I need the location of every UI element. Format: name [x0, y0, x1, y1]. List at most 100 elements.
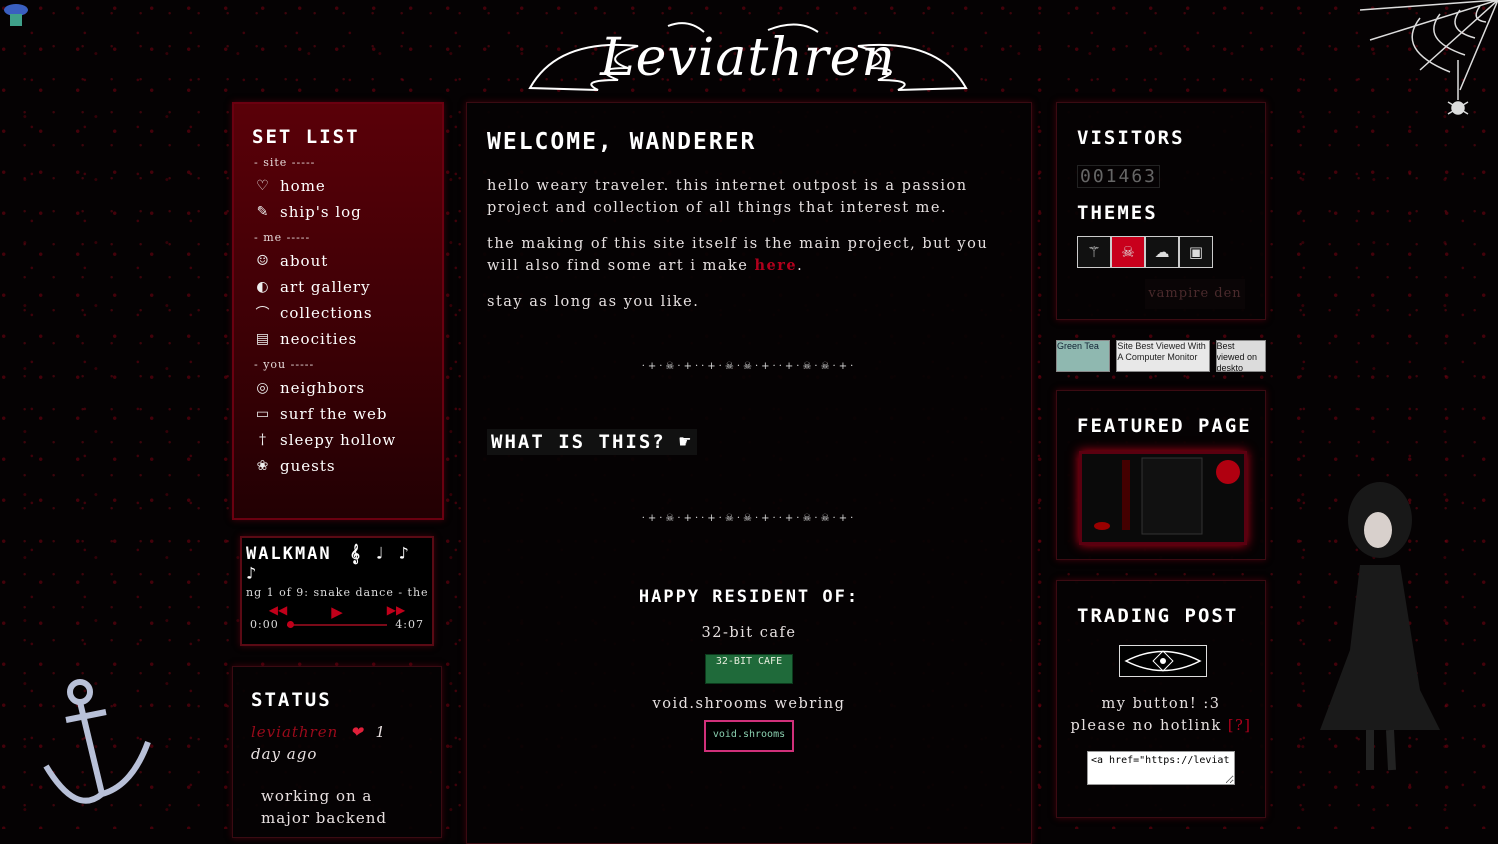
- nav-item-label: home: [280, 177, 326, 195]
- theme-option-vampire-icon[interactable]: ☠: [1111, 236, 1145, 268]
- residency-void-shrooms: void.shrooms webring: [652, 696, 846, 712]
- art-here-link[interactable]: here: [754, 257, 797, 274]
- nav-item-label: art gallery: [280, 278, 371, 296]
- logo-text: Leviathren: [600, 28, 896, 88]
- nav-item-neocities[interactable]: ▤ neocities: [252, 326, 442, 352]
- hotlink-help-link[interactable]: [?]: [1228, 718, 1252, 734]
- nav-item-neighbors[interactable]: ◎ neighbors: [252, 375, 442, 401]
- void-shrooms-badge-text: void.shrooms: [712, 729, 786, 740]
- current-time: 0:00: [250, 618, 279, 631]
- person-icon: ☺: [256, 253, 270, 269]
- nav-item-home[interactable]: ♡ home: [252, 173, 442, 199]
- track-title: ng 1 of 9: snake dance - the: [246, 586, 429, 599]
- eye-icon: [1124, 650, 1202, 672]
- intro-paragraph-2-end: .: [797, 258, 804, 274]
- what-is-this-text: WHAT IS THIS?: [491, 431, 666, 453]
- set-list-section-header: - you -----: [254, 358, 315, 371]
- pointing-hand-icon: ☛: [679, 431, 693, 453]
- nav-item-label: about: [280, 252, 329, 270]
- nav-item-collections[interactable]: ⌒ collections: [252, 300, 442, 326]
- spider-web-icon: [1359, 0, 1498, 124]
- spiral-icon: ◎: [256, 380, 270, 396]
- what-is-this-heading[interactable]: WHAT IS THIS? ☛: [487, 429, 697, 455]
- nav-item-label: surf the web: [280, 405, 388, 423]
- banner-buttons: Green Tea Site Best Viewed With A Compute…: [1056, 340, 1266, 372]
- nav-item-label: neocities: [280, 330, 358, 348]
- nav-item-guests[interactable]: ❀ guests: [252, 453, 442, 479]
- gothic-girl-figure: [1300, 470, 1440, 790]
- theme-option-wand-icon[interactable]: ⚚: [1077, 236, 1111, 268]
- heart-icon: ♡: [256, 178, 270, 194]
- book-icon: ✎: [256, 204, 270, 220]
- heart-icon: ❤: [350, 723, 364, 741]
- void-shrooms-badge[interactable]: void.shrooms: [704, 720, 794, 752]
- laptop-icon: ▭: [255, 406, 271, 422]
- status-user-link[interactable]: leviathren: [251, 723, 338, 741]
- banner-button[interactable]: Best viewed on deskto: [1215, 340, 1266, 372]
- nav-item-label: neighbors: [280, 379, 366, 397]
- total-time: 4:07: [395, 618, 424, 631]
- residency-32bit-cafe: 32-bit cafe: [701, 625, 797, 641]
- status-line: leviathren ❤ 1 day ago: [251, 721, 421, 765]
- site-button-88x31[interactable]: [1119, 645, 1207, 677]
- walkman-title-text: WALKMAN: [246, 544, 332, 564]
- nav-item-label: guests: [280, 457, 336, 475]
- status-message: working on a major backend: [261, 787, 387, 827]
- walkman-player: WALKMAN 𝄞 ♩ ♪ ♪ ng 1 of 9: snake dance -…: [240, 536, 434, 646]
- trading-text: my button! :3 please no hotlink [?]: [1057, 693, 1265, 737]
- main-content: WELCOME, WANDERER hello weary traveler. …: [466, 102, 1032, 844]
- trading-title: TRADING POST: [1077, 605, 1239, 627]
- theme-switcher: ⚚ ☠ ☁ ▣: [1077, 236, 1265, 268]
- status-title: STATUS: [251, 689, 332, 711]
- banner-button[interactable]: Site Best Viewed With A Computer Monitor: [1116, 340, 1210, 372]
- status-panel: STATUS leviathren ❤ 1 day ago working on…: [232, 666, 442, 838]
- set-list-panel: SET LIST - site ----- ♡ home ✎ ship's log - m…: [232, 102, 444, 520]
- mushroom-gif: [2, 2, 30, 30]
- palette-icon: ◐: [256, 279, 270, 295]
- theme-option-computer-icon[interactable]: ▣: [1179, 236, 1213, 268]
- theme-tooltip: vampire den: [1145, 279, 1245, 309]
- 32bit-cafe-badge[interactable]: 32-BIT CAFE: [705, 654, 793, 684]
- computer-icon: ▤: [255, 331, 271, 347]
- nav-item-label: collections: [280, 304, 373, 322]
- nav-item-sleepy-hollow[interactable]: † sleepy hollow: [252, 427, 442, 453]
- seek-bar[interactable]: [286, 620, 388, 628]
- featured-page-panel: FEATURED PAGE: [1056, 390, 1266, 560]
- cross-icon: †: [259, 432, 267, 448]
- welcome-title: WELCOME, WANDERER: [487, 129, 757, 155]
- skull-divider: ·+·☠·+··+·☠·☠·+··+·☠·☠·+·: [641, 361, 857, 372]
- intro-paragraph-3: stay as long as you like.: [487, 294, 700, 310]
- intro-paragraph-1: hello weary traveler. this internet outp…: [487, 178, 968, 216]
- visitor-counter: 001463: [1077, 165, 1161, 188]
- site-logo[interactable]: Leviathren: [528, 18, 968, 96]
- shelf-icon: ⌒: [255, 306, 271, 322]
- anchor-icon: [36, 676, 156, 816]
- nav-item-about[interactable]: ☺ about: [252, 248, 442, 274]
- flower-icon: ❀: [256, 458, 270, 474]
- 32bit-cafe-badge-text: 32-BIT CAFE: [715, 656, 783, 667]
- resident-title: HAPPY RESIDENT OF:: [638, 587, 860, 607]
- intro-paragraph-2: the making of this site itself is the ma…: [487, 233, 1011, 277]
- vampire-icon: ☠: [1121, 243, 1135, 261]
- nav-item-label: sleepy hollow: [280, 431, 397, 449]
- banner-button[interactable]: Green Tea: [1056, 340, 1111, 372]
- nav-item-ship-s-log[interactable]: ✎ ship's log: [252, 199, 442, 225]
- nav-item-art-gallery[interactable]: ◐ art gallery: [252, 274, 442, 300]
- theme-option-cat-icon[interactable]: ☁: [1145, 236, 1179, 268]
- skull-divider-2: ·+·☠·+··+·☠·☠·+··+·☠·☠·+·: [641, 513, 857, 524]
- wand-icon: ⚚: [1087, 243, 1101, 261]
- set-list-nav: - site ----- ♡ home ✎ ship's log - me ----- ☺ a…: [234, 156, 442, 479]
- computer-icon: ▣: [1188, 243, 1204, 261]
- trading-line-2-text: please no hotlink: [1070, 718, 1222, 734]
- set-list-title: SET LIST: [252, 126, 360, 148]
- set-list-section-header: - me -----: [254, 231, 311, 244]
- nav-item-label: ship's log: [280, 203, 362, 221]
- seek-handle[interactable]: [286, 620, 294, 628]
- featured-title: FEATURED PAGE: [1077, 415, 1252, 437]
- visitors-panel: VISITORS 001463 THEMES ⚚ ☠ ☁ ▣ vampire den: [1056, 102, 1266, 320]
- nav-item-surf-the-web[interactable]: ▭ surf the web: [252, 401, 442, 427]
- featured-page-thumbnail[interactable]: [1079, 451, 1247, 545]
- themes-title: THEMES: [1077, 202, 1158, 224]
- walkman-timeline: 0:00 4:07: [250, 618, 424, 631]
- button-code-textarea[interactable]: <a href="https://leviat: [1087, 751, 1235, 785]
